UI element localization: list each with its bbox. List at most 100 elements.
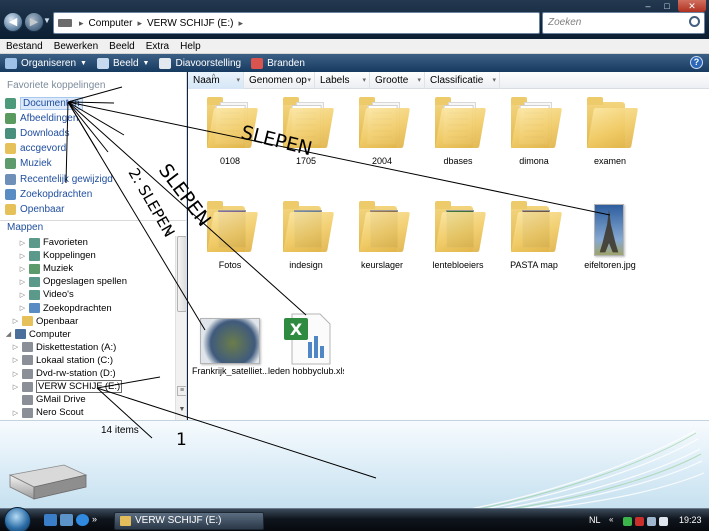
toolbar-branden-button[interactable]: Branden bbox=[246, 57, 310, 69]
folder-icon bbox=[505, 96, 563, 150]
search-input[interactable]: Zoeken bbox=[542, 12, 705, 34]
internet-explorer-icon[interactable] bbox=[76, 514, 89, 526]
expanded-arrow-icon[interactable]: ◢ bbox=[4, 330, 13, 338]
chevron-right-icon[interactable]: ▸ bbox=[134, 18, 145, 29]
column-header[interactable]: Grootte ▾ bbox=[370, 72, 425, 89]
expand-arrow-icon[interactable]: ▷ bbox=[11, 343, 20, 351]
folder-tree-item[interactable]: ▷ Koppelingen bbox=[18, 249, 96, 262]
show-desktop-icon[interactable] bbox=[44, 514, 57, 526]
address-segment-computer[interactable]: Computer bbox=[87, 18, 135, 29]
expand-arrow-icon[interactable]: ▷ bbox=[11, 409, 20, 417]
downloads-icon bbox=[5, 127, 16, 139]
favorite-link[interactable]: Zoekopdrachten bbox=[5, 187, 92, 201]
searches-icon bbox=[5, 188, 16, 200]
forward-button[interactable]: ▶ bbox=[24, 12, 44, 32]
chevron-down-icon[interactable]: ▾ bbox=[307, 72, 311, 89]
item-count: 14 items bbox=[101, 425, 139, 436]
chevron-right-icon[interactable]: ▸ bbox=[235, 18, 246, 29]
chevron-right-icon[interactable]: ▸ bbox=[76, 18, 87, 29]
folder-tree-item[interactable]: ▷ Lokaal station (C:) bbox=[11, 354, 113, 367]
folder-tree-item[interactable]: ◢ Computer bbox=[4, 328, 71, 341]
folder-tree-item[interactable]: ▷ Dvd-rw-station (D:) bbox=[11, 367, 116, 380]
folders-header[interactable]: Mappen ▲ bbox=[0, 220, 186, 236]
chevron-down-icon[interactable]: ▾ bbox=[236, 72, 240, 89]
menu-beeld[interactable]: Beeld bbox=[103, 41, 140, 52]
search-icon[interactable] bbox=[689, 16, 700, 27]
help-icon[interactable]: ? bbox=[690, 56, 703, 69]
chevron-left-icon[interactable]: « bbox=[609, 515, 613, 524]
menu-extra[interactable]: Extra bbox=[140, 41, 174, 52]
column-header[interactable]: Naam ^ ▾ bbox=[188, 72, 244, 89]
clock[interactable]: 19:23 bbox=[679, 515, 702, 525]
folder-tab bbox=[511, 201, 527, 209]
folder-tree-item[interactable]: ▷ Muziek bbox=[18, 262, 73, 275]
expand-arrow-icon[interactable]: ▷ bbox=[18, 252, 27, 260]
folder-tree-item[interactable]: ▷ Opgeslagen spellen bbox=[18, 275, 127, 288]
toolbar-label: Organiseren bbox=[21, 57, 77, 69]
scroll-down-icon[interactable]: ▼ bbox=[177, 406, 186, 416]
expand-arrow-icon[interactable]: ▷ bbox=[11, 317, 20, 325]
close-button[interactable]: ✕ bbox=[678, 0, 706, 12]
taskbar-window-button[interactable]: VERW SCHIJF (E:) bbox=[114, 512, 264, 530]
toolbar-organiseren-button[interactable]: Organiseren ▼ bbox=[0, 57, 92, 69]
toolbar-beeld-button[interactable]: Beeld ▼ bbox=[92, 57, 155, 69]
expand-arrow-icon[interactable]: ▷ bbox=[18, 239, 27, 247]
start-button[interactable] bbox=[4, 507, 31, 531]
favorites-icon bbox=[29, 237, 40, 248]
expand-arrow-icon[interactable]: ▷ bbox=[18, 265, 27, 273]
expand-arrow-icon[interactable]: ▷ bbox=[11, 356, 20, 364]
folder-tree-item[interactable]: ▷ Nero Scout bbox=[11, 406, 84, 419]
network-icon[interactable] bbox=[647, 517, 656, 526]
column-header[interactable]: Genomen op ▾ bbox=[244, 72, 315, 89]
volume-icon[interactable] bbox=[659, 517, 668, 526]
scrollbar-grip-icon[interactable]: ≡ bbox=[177, 386, 186, 396]
switch-windows-icon[interactable] bbox=[60, 514, 73, 526]
folder-front bbox=[511, 108, 563, 148]
chevron-right-icon[interactable]: » bbox=[92, 514, 100, 526]
folder-tree-item[interactable]: ▷ Openbaar bbox=[11, 315, 78, 328]
details-pane: 14 items bbox=[0, 420, 709, 508]
chevron-down-icon[interactable]: ▾ bbox=[492, 72, 496, 89]
tree-scrollbar[interactable]: ≡ ▼ bbox=[175, 236, 186, 420]
folder-tree-item[interactable]: GMail Drive bbox=[11, 393, 86, 406]
favorite-link[interactable]: accgevord bbox=[5, 142, 66, 156]
favorite-link[interactable]: Openbaar bbox=[5, 202, 64, 216]
menu-bewerken[interactable]: Bewerken bbox=[48, 41, 103, 52]
scrollbar-thumb[interactable] bbox=[177, 236, 186, 312]
folder-tree-item[interactable]: ▷ Video's bbox=[18, 288, 74, 301]
folder-tree-item[interactable]: ▷ Diskettestation (A:) bbox=[11, 341, 116, 354]
address-segment-drive[interactable]: VERW SCHIJF (E:) bbox=[145, 18, 235, 29]
favorite-link[interactable]: Afbeeldingen bbox=[5, 111, 78, 125]
column-header[interactable]: Labels ▾ bbox=[315, 72, 370, 89]
recent-pages-dropdown[interactable]: ▼ bbox=[43, 17, 51, 25]
folder-tree-item[interactable]: ▷ Favorieten bbox=[18, 236, 88, 249]
expand-arrow-icon[interactable]: ▷ bbox=[18, 291, 27, 299]
expand-arrow-icon[interactable]: ▷ bbox=[11, 370, 20, 378]
back-button[interactable]: ◀ bbox=[3, 12, 23, 32]
favorite-link[interactable]: Documenten bbox=[5, 96, 83, 110]
favorite-link[interactable]: Recentelijk gewijzigd bbox=[5, 172, 113, 186]
chevron-down-icon[interactable]: ▾ bbox=[362, 72, 366, 89]
chevron-down-icon[interactable]: ▾ bbox=[417, 72, 421, 89]
saved-games-icon bbox=[29, 276, 40, 287]
maximize-button[interactable]: □ bbox=[658, 0, 676, 12]
language-indicator[interactable]: NL bbox=[589, 515, 601, 525]
folder-tree-item[interactable]: ▷ VERW SCHIJF (E:) bbox=[11, 380, 123, 394]
favorite-link[interactable]: Muziek bbox=[5, 157, 52, 171]
column-header-label: Genomen op bbox=[249, 75, 307, 86]
menu-help[interactable]: Help bbox=[174, 41, 206, 52]
column-header[interactable]: Classificatie ▾ bbox=[425, 72, 500, 89]
security-icon[interactable] bbox=[623, 517, 632, 526]
address-bar[interactable]: ▸ Computer ▸ VERW SCHIJF (E:) ▸ bbox=[53, 12, 540, 34]
expand-arrow-icon[interactable]: ▷ bbox=[18, 304, 27, 312]
expand-arrow-icon[interactable]: ▷ bbox=[11, 383, 20, 391]
minimize-button[interactable]: – bbox=[639, 0, 657, 12]
favorite-link[interactable]: Downloads bbox=[5, 126, 69, 140]
alert-icon[interactable] bbox=[635, 517, 644, 526]
file-name: Frankrijk_satelliet.... bbox=[192, 366, 268, 376]
menu-bestand[interactable]: Bestand bbox=[0, 41, 48, 52]
expand-arrow-icon[interactable]: ▷ bbox=[18, 278, 27, 286]
folder-tree-item[interactable]: ▷ Zoekopdrachten bbox=[18, 302, 112, 315]
toolbar-diavoorstelling-button[interactable]: Diavoorstelling bbox=[154, 57, 246, 69]
chevron-up-icon[interactable]: ▲ bbox=[164, 224, 172, 238]
